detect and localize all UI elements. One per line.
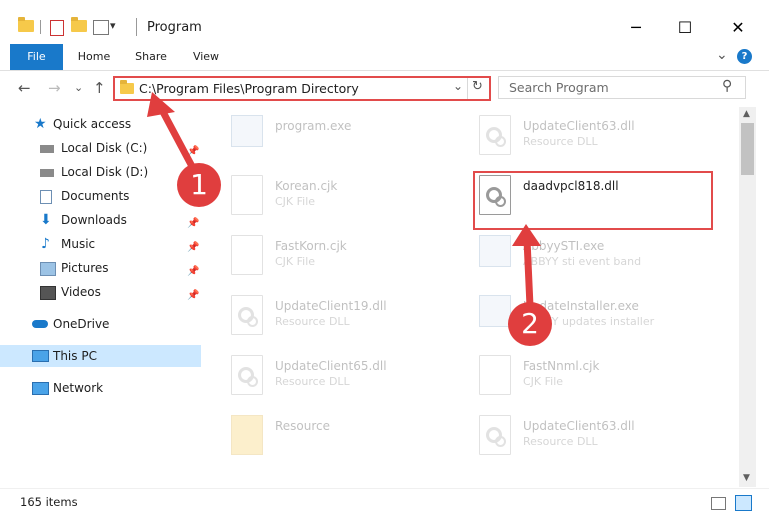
arrow-2: [523, 236, 534, 310]
annotation-arrows: [147, 92, 541, 310]
arrow-1: [158, 106, 199, 176]
arrow-1-head: [147, 92, 175, 117]
arrow-2-head: [512, 224, 541, 246]
step-1-badge: 1: [177, 163, 221, 207]
step-2-badge: 2: [508, 302, 552, 346]
